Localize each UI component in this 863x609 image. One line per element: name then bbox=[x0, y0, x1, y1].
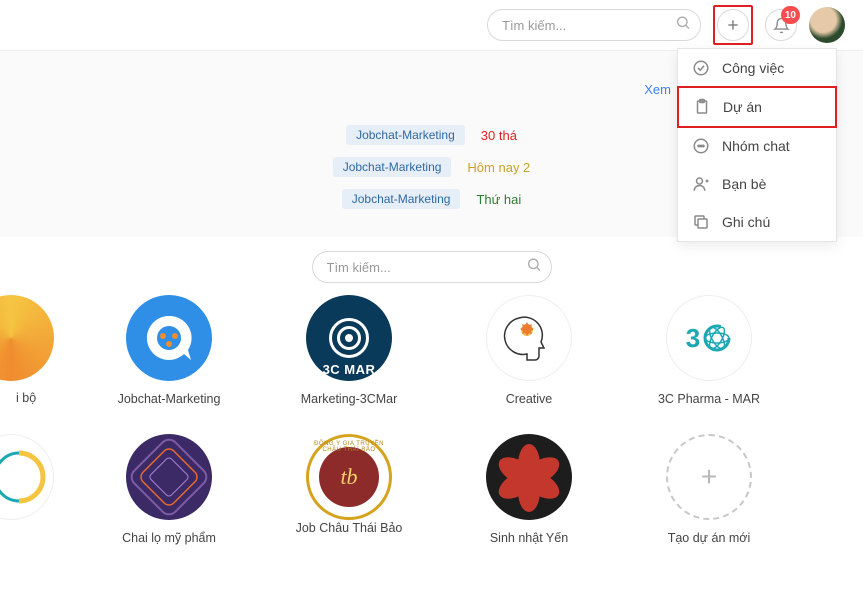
project-label: 3C Pharma - MAR bbox=[658, 391, 760, 408]
feed-tag: Jobchat-Marketing bbox=[342, 189, 461, 209]
feed-tag: Jobchat-Marketing bbox=[346, 125, 465, 145]
dropdown-item-label: Dự án bbox=[723, 99, 762, 115]
project-logo-jobchat bbox=[126, 295, 212, 381]
global-search bbox=[487, 9, 701, 41]
dropdown-item-label: Nhóm chat bbox=[722, 138, 790, 154]
dropdown-item-label: Ghi chú bbox=[722, 214, 770, 230]
project-card[interactable]: 3 3C Pharma - MAR bbox=[644, 295, 774, 408]
new-project-icon: + bbox=[666, 434, 752, 520]
chat-bubble-icon bbox=[692, 137, 710, 155]
dropdown-item-task[interactable]: Công việc bbox=[678, 49, 836, 87]
clipboard-icon bbox=[693, 98, 711, 116]
project-label: Chai lọ mỹ phẩm bbox=[122, 530, 216, 547]
dropdown-item-label: Bạn bè bbox=[722, 176, 766, 192]
dropdown-item-friend[interactable]: Bạn bè bbox=[678, 165, 836, 203]
dropdown-item-note[interactable]: Ghi chú bbox=[678, 203, 836, 241]
project-label: Marketing-3CMar bbox=[301, 391, 398, 408]
add-button[interactable] bbox=[717, 9, 749, 41]
search-icon bbox=[675, 15, 691, 36]
project-search-input[interactable] bbox=[312, 251, 552, 283]
projects-grid: i bộ Jobchat-Marketing 3C MAR Marketing-… bbox=[0, 289, 863, 547]
project-label: Jobchat-Marketing bbox=[118, 391, 221, 408]
search-icon bbox=[526, 257, 542, 278]
dropdown-item-group-chat[interactable]: Nhóm chat bbox=[678, 127, 836, 165]
notifications-button[interactable]: 10 bbox=[765, 9, 797, 41]
project-card[interactable]: Sinh nhật Yến bbox=[464, 434, 594, 547]
project-logo-sinhnhat bbox=[486, 434, 572, 520]
check-circle-icon bbox=[692, 59, 710, 77]
project-card[interactable]: Jobchat-Marketing bbox=[104, 295, 234, 408]
feed-date: Thứ hai bbox=[476, 192, 521, 207]
project-card[interactable]: ĐÔNG Y GIA TRUYỀN CHÂU THÁI BẢO tb Job C… bbox=[284, 434, 414, 547]
user-avatar[interactable] bbox=[809, 7, 845, 43]
project-label: Tạo dự án mới bbox=[668, 530, 751, 547]
project-logo-creative bbox=[486, 295, 572, 381]
header: 10 bbox=[0, 0, 863, 50]
project-search bbox=[312, 251, 552, 283]
project-logo-chailo bbox=[126, 434, 212, 520]
project-card[interactable]: Chai lọ mỹ phẩm bbox=[104, 434, 234, 547]
dropdown-item-project[interactable]: Dự án bbox=[677, 86, 837, 128]
project-card[interactable]: Creative bbox=[464, 295, 594, 408]
copy-icon bbox=[692, 213, 710, 231]
add-button-highlight bbox=[713, 5, 753, 45]
feed-tag: Jobchat-Marketing bbox=[333, 157, 452, 177]
project-label: Creative bbox=[506, 391, 553, 408]
search-input[interactable] bbox=[487, 9, 701, 41]
project-label: Job Châu Thái Bảo bbox=[296, 520, 403, 537]
project-label: Sinh nhật Yến bbox=[490, 530, 568, 547]
project-logo-thaibao: ĐÔNG Y GIA TRUYỀN CHÂU THÁI BẢO tb bbox=[306, 434, 392, 520]
dropdown-item-label: Công việc bbox=[722, 60, 784, 76]
project-logo-3cpharma: 3 bbox=[666, 295, 752, 381]
plus-icon: + bbox=[701, 461, 717, 493]
notification-badge: 10 bbox=[781, 6, 800, 24]
user-plus-icon bbox=[692, 175, 710, 193]
project-logo-3cmar: 3C MAR bbox=[306, 295, 392, 381]
new-project-card[interactable]: + Tạo dự án mới bbox=[644, 434, 774, 547]
project-card[interactable]: 3C MAR Marketing-3CMar bbox=[284, 295, 414, 408]
project-label-partial: i bộ bbox=[16, 391, 36, 405]
add-dropdown: Công việc Dự án Nhóm chat Bạn bè Ghi chú bbox=[677, 48, 837, 242]
feed-date: 30 thá bbox=[481, 128, 517, 143]
feed-date: Hôm nay 2 bbox=[467, 160, 530, 175]
